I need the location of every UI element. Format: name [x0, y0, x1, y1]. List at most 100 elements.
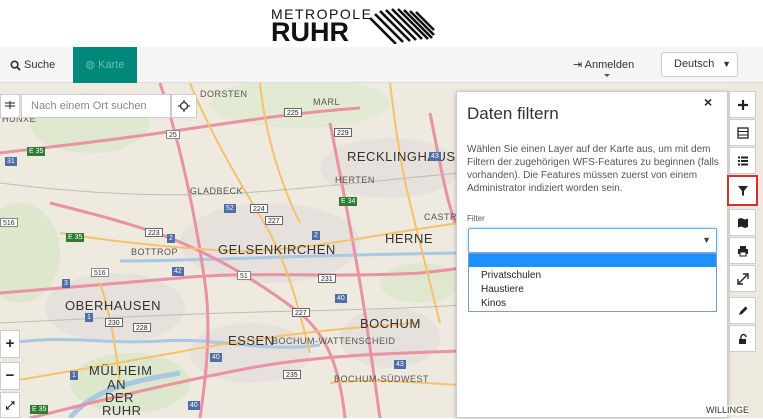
place-label: GLADBECK [190, 186, 244, 196]
map-icon [737, 218, 748, 228]
panel-description: Wählen Sie einen Layer auf der Karte aus… [467, 144, 719, 194]
sign-in-icon: ⇥ [573, 59, 585, 71]
nav-map-tab[interactable]: ◍ Karte [73, 47, 137, 83]
pencil-icon [738, 306, 747, 315]
road-shield: E 35 [30, 405, 49, 414]
road-shield: 31 [5, 157, 17, 166]
place-label: OBERHAUSEN [65, 298, 162, 313]
fullscreen-button[interactable]: ⤢ [0, 392, 20, 418]
filter-select[interactable]: ▼ [468, 228, 717, 253]
road-shield: 43 [429, 152, 441, 161]
sliders-icon [5, 101, 15, 109]
layers-icon [736, 127, 749, 139]
search-options-button[interactable] [0, 94, 20, 118]
zoom-out-button[interactable]: − [0, 362, 20, 390]
filter-icon [737, 186, 748, 196]
nav-search-label: Suche [24, 59, 56, 71]
place-label: GELSENKIRCHEN [218, 242, 336, 257]
place-label: BOCHUM-WATTENSCHEID [272, 336, 396, 346]
layers-button[interactable] [729, 119, 756, 146]
road-shield: 2 [167, 234, 175, 243]
road-shield: 225 [284, 108, 302, 117]
logo-line2: RUHR [271, 17, 349, 47]
locate-button[interactable] [171, 94, 197, 118]
road-shield: 40 [335, 294, 347, 303]
road-shield: E 34 [339, 197, 358, 206]
place-label: MARL [313, 97, 341, 107]
list-icon [737, 156, 748, 166]
road-shield: 2 [312, 231, 320, 240]
road-shield: 230 [105, 318, 123, 327]
close-icon[interactable]: × [704, 94, 712, 110]
road-shield: 228 [133, 323, 151, 332]
crosshair-icon [178, 100, 190, 112]
road-shield: 25 [166, 130, 180, 139]
road-shield: E 35 [27, 147, 46, 156]
road-shield: 516 [0, 218, 18, 227]
filter-panel: Daten filtern × Wählen Sie einen Layer a… [456, 91, 728, 418]
place-label: RUHR [102, 403, 142, 418]
filter-option[interactable]: Kinos [469, 297, 716, 310]
map-button[interactable] [729, 209, 756, 236]
chevron-down-icon: ▼ [722, 59, 731, 69]
nav-map-label: Karte [98, 59, 125, 71]
place-label: CASTR [424, 212, 458, 222]
place-label: BOTTROP [131, 247, 179, 257]
filter-option[interactable]: Haustiere [469, 283, 716, 296]
login-caret-icon [604, 74, 610, 77]
place-label: DORSTEN [200, 89, 248, 99]
filter-dropdown-list: Privatschulen Haustiere Kinos [468, 253, 717, 312]
print-button[interactable] [729, 237, 756, 264]
expand-icon [736, 273, 749, 285]
nav-search[interactable]: Suche [10, 47, 55, 83]
zoom-in-button[interactable]: + [0, 330, 20, 358]
site-header: METROPOLE RUHR [0, 0, 763, 47]
road-shield: 516 [91, 268, 109, 277]
add-tool-button[interactable] [729, 91, 756, 118]
place-label: HERNE [385, 231, 434, 246]
unlock-button[interactable] [729, 325, 756, 352]
road-shield: 42 [172, 267, 184, 276]
place-label: ESSEN [228, 333, 275, 348]
language-value: Deutsch [674, 58, 715, 70]
road-shield: 235 [283, 370, 301, 379]
road-shield: 52 [224, 204, 236, 213]
road-shield: 227 [265, 216, 283, 225]
road-shield: 1 [70, 371, 78, 380]
road-shield: 223 [145, 228, 163, 237]
road-shield: 40 [188, 401, 200, 410]
chevron-down-icon: ▼ [702, 235, 711, 245]
road-shield: 1 [85, 313, 93, 322]
plus-icon [737, 100, 748, 110]
metropole-ruhr-logo[interactable]: METROPOLE RUHR [271, 6, 485, 47]
filter-label: Filter [467, 214, 485, 223]
filter-option[interactable]: Privatschulen [469, 269, 716, 282]
globe-icon: ◍ [85, 59, 99, 71]
login-link[interactable]: ⇥ Anmelden [573, 47, 634, 83]
search-icon [10, 60, 21, 71]
road-shield: 229 [334, 128, 352, 137]
print-icon [737, 246, 748, 257]
road-shield: 40 [210, 353, 222, 362]
map-place-label-edge: WILLINGE [706, 405, 750, 415]
place-label: MÜLHEIM [89, 363, 153, 378]
place-label: BOCHUM [360, 316, 421, 331]
road-shield: 51 [237, 271, 251, 280]
login-label: Anmelden [584, 59, 635, 71]
language-select[interactable]: Deutsch ▼ [661, 52, 738, 77]
road-shield: 43 [394, 360, 406, 369]
place-label: BOCHUM-SÜDWEST [334, 374, 429, 384]
draw-button[interactable] [729, 297, 756, 324]
road-shield: 3 [62, 279, 70, 288]
expand-button[interactable] [729, 265, 756, 292]
legend-button[interactable] [729, 147, 756, 174]
expand-icon: ⤢ [5, 400, 15, 412]
road-shield: 224 [250, 204, 268, 213]
road-shield: 231 [318, 274, 336, 283]
filter-option[interactable] [469, 254, 716, 267]
place-search-input[interactable]: Nach einem Ort suchen [21, 94, 171, 118]
filter-button[interactable] [727, 175, 758, 206]
place-label: HERTEN [335, 175, 375, 185]
logo-stripes-icon [369, 8, 435, 44]
road-shield: E 35 [66, 233, 85, 242]
